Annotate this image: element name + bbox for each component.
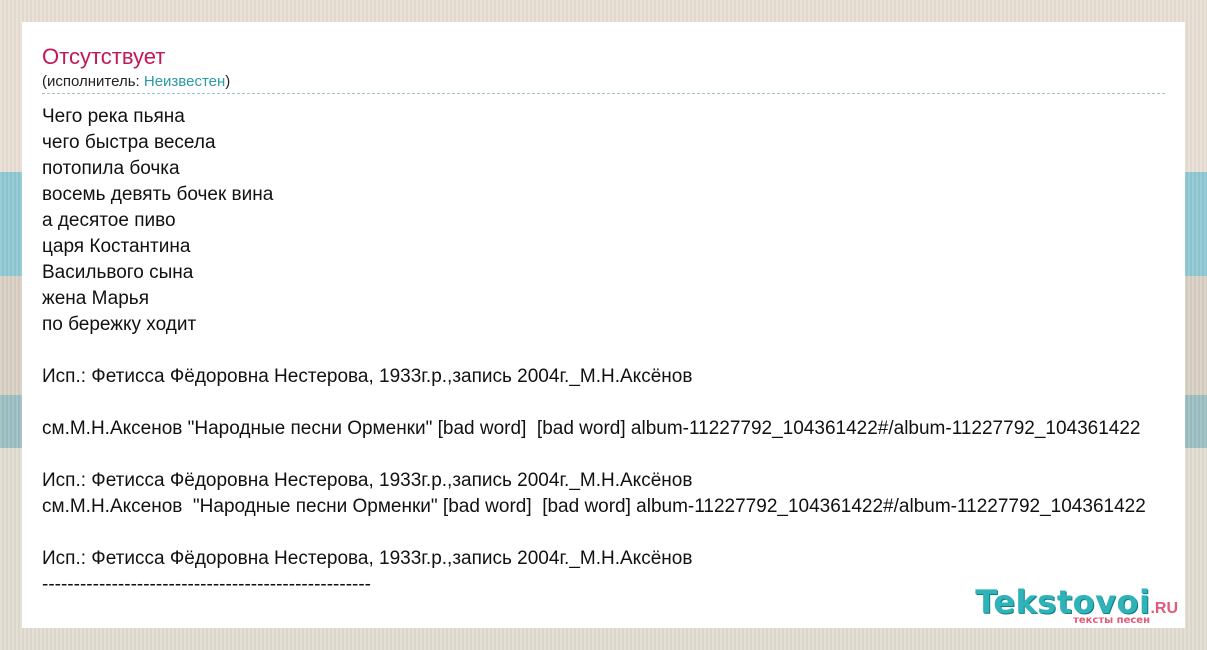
lyric-line: см.М.Н.Аксенов "Народные песни Орменки" … bbox=[42, 418, 1141, 439]
lyric-line bbox=[42, 390, 1185, 416]
lyrics-card: Отсутствует (исполнитель: Неизвестен) Че… bbox=[22, 22, 1185, 628]
site-logo[interactable]: Tekstovoi.RU тексты песен bbox=[975, 583, 1178, 626]
lyrics-text: Чего река пьяна чего быстра весела потопил… bbox=[42, 104, 1185, 598]
lyric-line bbox=[42, 338, 1185, 364]
artist-link[interactable]: Неизвестен bbox=[144, 73, 225, 90]
lyric-line: жена Марья bbox=[42, 288, 149, 309]
logo-tld: .RU bbox=[1150, 600, 1178, 617]
lyric-line bbox=[42, 520, 1185, 546]
artist-suffix: ) bbox=[225, 73, 231, 90]
lyric-line: Васильвого сына bbox=[42, 262, 194, 283]
artist-prefix: (исполнитель: bbox=[42, 73, 144, 90]
lyric-line: восемь девять бочек вина bbox=[42, 184, 274, 205]
lyric-line: Чего река пьяна bbox=[42, 106, 185, 127]
lyric-line: Исп.: Фетисса Фёдоровна Нестерова, 1933г… bbox=[42, 366, 693, 387]
lyric-line: см.М.Н.Аксенов "Народные песни Орменки" … bbox=[42, 496, 1146, 517]
lyric-line: по бережку ходит bbox=[42, 314, 197, 335]
title-divider bbox=[42, 93, 1165, 94]
lyric-line bbox=[42, 442, 1185, 468]
song-title: Отсутствует bbox=[42, 44, 166, 69]
lyric-line: Исп.: Фетисса Фёдоровна Нестерова, 1933г… bbox=[42, 548, 693, 569]
lyric-line: чего быстра весела bbox=[42, 132, 216, 153]
lyric-line: потопила бочка bbox=[42, 158, 180, 179]
artist-line: (исполнитель: Неизвестен) bbox=[42, 73, 230, 90]
lyric-line: а десятое пиво bbox=[42, 210, 176, 231]
lyric-line: царя Костантина bbox=[42, 236, 191, 257]
lyric-line: Исп.: Фетисса Фёдоровна Нестерова, 1933г… bbox=[42, 470, 693, 491]
